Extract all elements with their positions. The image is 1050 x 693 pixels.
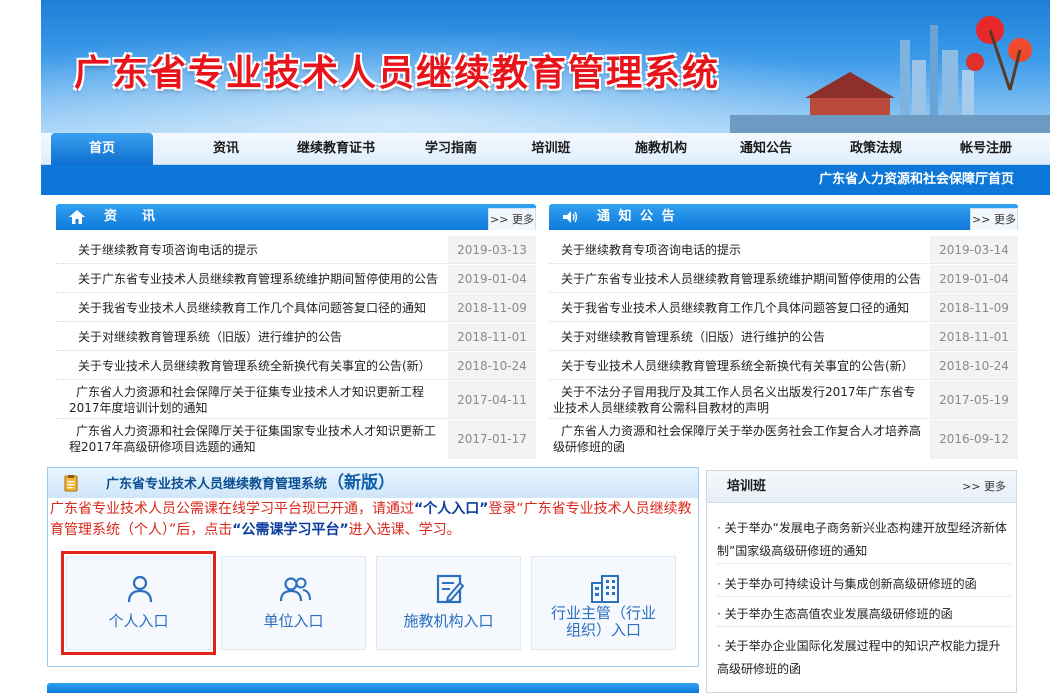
list-item[interactable]: 关于专业技术人员继续教育管理系统全新换代有关事宜的公告(新） 2018-10-2…: [56, 352, 536, 380]
news-panel-header: 资 讯 >> 更多: [56, 204, 536, 230]
list-item[interactable]: 广东省人力资源和社会保障厅关于征集专业技术人才知识更新工程2017年度培训计划的…: [56, 381, 536, 419]
training-more-link[interactable]: >> 更多: [962, 471, 1006, 503]
hrss-home-link[interactable]: 广东省人力资源和社会保障厅首页: [819, 165, 1014, 195]
system-panel-title: 广东省专业技术人员继续教育管理系统（新版）: [106, 473, 396, 493]
header-banner: 广东省专业技术人员继续教育管理系统: [41, 0, 1050, 133]
system-notice-text: 广东省专业技术人员公需课在线学习平台现已开通，请通过“个人入口”登录“广东省专业…: [50, 501, 692, 538]
users-icon: [279, 577, 311, 602]
nav-item-certificate[interactable]: 继续教育证书: [281, 133, 391, 165]
notice-more-link[interactable]: >> 更多: [970, 208, 1018, 230]
list-item[interactable]: · 关于举办“发展电子商务新兴业态构建开放型经济新体制”国家级高级研修班的通知: [717, 517, 1012, 564]
training-panel-title: 培训班: [727, 479, 767, 494]
public-course-platform-quote: “公需课学习平台”: [232, 522, 349, 538]
version-label: （新版）: [327, 473, 396, 493]
system-panel-header: 广东省专业技术人员继续教育管理系统（新版）: [48, 468, 698, 498]
system-entry-panel: 广东省专业技术人员继续教育管理系统（新版） 广东省专业技术人员公需课在线学习平台…: [47, 467, 699, 667]
industry-authority-entry-button[interactable]: 行业主管（行业组织）入口: [531, 556, 676, 650]
edit-document-icon: [436, 574, 465, 604]
list-item[interactable]: 关于广东省专业技术人员继续教育管理系统维护期间暂停使用的公告 2019-01-0…: [56, 265, 536, 293]
page: 广东省专业技术人员继续教育管理系统 首页 资讯 继续教育证书 学习指南 培训班 …: [41, 0, 1050, 693]
news-panel: 资 讯 >> 更多 关于继续教育专项咨询电话的提示 2019-03-13 关于广…: [56, 204, 536, 459]
nav-item-register[interactable]: 帐号注册: [941, 133, 1031, 165]
speaker-icon: [563, 211, 578, 223]
user-icon: [127, 575, 153, 603]
list-item[interactable]: 广东省人力资源和社会保障厅关于举办医务社会工作复合人才培养高级研修班的函 201…: [549, 420, 1018, 459]
list-item[interactable]: 关于专业技术人员继续教育管理系统全新换代有关事宜的公告(新） 2018-10-2…: [549, 352, 1018, 380]
city-skyline-illustration: [730, 16, 1050, 133]
news-panel-title: 资 讯: [104, 209, 162, 224]
notice-panel-header: 通 知 公 告 >> 更多: [549, 204, 1018, 230]
list-item[interactable]: 关于对继续教育管理系统（旧版）进行维护的公告 2018-11-01: [549, 323, 1018, 351]
nav-item-training[interactable]: 培训班: [511, 133, 591, 165]
list-item[interactable]: 关于广东省专业技术人员继续教育管理系统维护期间暂停使用的公告 2019-01-0…: [549, 265, 1018, 293]
nav-item-news[interactable]: 资讯: [181, 133, 271, 165]
home-icon: [69, 210, 85, 224]
nav-item-guide[interactable]: 学习指南: [401, 133, 501, 165]
personal-entry-button[interactable]: 个人入口: [61, 551, 216, 655]
list-item[interactable]: 关于我省专业技术人员继续教育工作几个具体问题答复口径的通知 2018-11-09: [56, 294, 536, 322]
main-nav: 首页 资讯 继续教育证书 学习指南 培训班 施教机构 通知公告 政策法规 帐号注…: [41, 133, 1050, 165]
list-item[interactable]: 广东省人力资源和社会保障厅关于征集国家专业技术人才知识更新工程2017年高级研修…: [56, 420, 536, 459]
news-more-link[interactable]: >> 更多: [488, 208, 536, 230]
list-item[interactable]: 关于不法分子冒用我厅及其工作人员名义出版发行2017年广东省专业技术人员继续教育…: [549, 381, 1018, 419]
sub-bar: 广东省人力资源和社会保障厅首页: [41, 165, 1050, 195]
list-item[interactable]: 关于我省专业技术人员继续教育工作几个具体问题答复口径的通知 2018-11-09: [549, 294, 1018, 322]
clipboard-icon: [64, 475, 78, 492]
organization-entry-button[interactable]: 单位入口: [221, 556, 366, 650]
personal-entry-quote: “个人入口”: [414, 501, 489, 517]
list-item[interactable]: 关于继续教育专项咨询电话的提示 2019-03-13: [56, 236, 536, 264]
list-item[interactable]: 关于对继续教育管理系统（旧版）进行维护的公告 2018-11-01: [56, 323, 536, 351]
notice-panel: 通 知 公 告 >> 更多 关于继续教育专项咨询电话的提示 2019-03-14…: [549, 204, 1018, 459]
nav-item-institution[interactable]: 施教机构: [616, 133, 706, 165]
list-item[interactable]: · 关于举办可持续设计与集成创新高级研修班的函: [717, 573, 1012, 597]
nav-item-notice[interactable]: 通知公告: [721, 133, 811, 165]
nav-item-policy[interactable]: 政策法规: [831, 133, 921, 165]
notice-panel-title: 通 知 公 告: [597, 209, 677, 224]
building-icon: [591, 575, 619, 603]
nav-item-home[interactable]: 首页: [51, 133, 153, 165]
training-panel-header: 培训班 >> 更多: [707, 471, 1016, 503]
list-item[interactable]: · 关于举办企业国际化发展过程中的知识产权能力提升高级研修班的函: [717, 635, 1012, 681]
next-panel-header: [47, 683, 699, 693]
institution-entry-button[interactable]: 施教机构入口: [376, 556, 521, 650]
list-item[interactable]: · 关于举办生态高值农业发展高级研修班的函: [717, 603, 1012, 627]
site-title: 广东省专业技术人员继续教育管理系统: [74, 52, 721, 94]
list-item[interactable]: 关于继续教育专项咨询电话的提示 2019-03-14: [549, 236, 1018, 264]
training-panel: 培训班 >> 更多 · 关于举办“发展电子商务新兴业态构建开放型经济新体制”国家…: [706, 470, 1017, 693]
